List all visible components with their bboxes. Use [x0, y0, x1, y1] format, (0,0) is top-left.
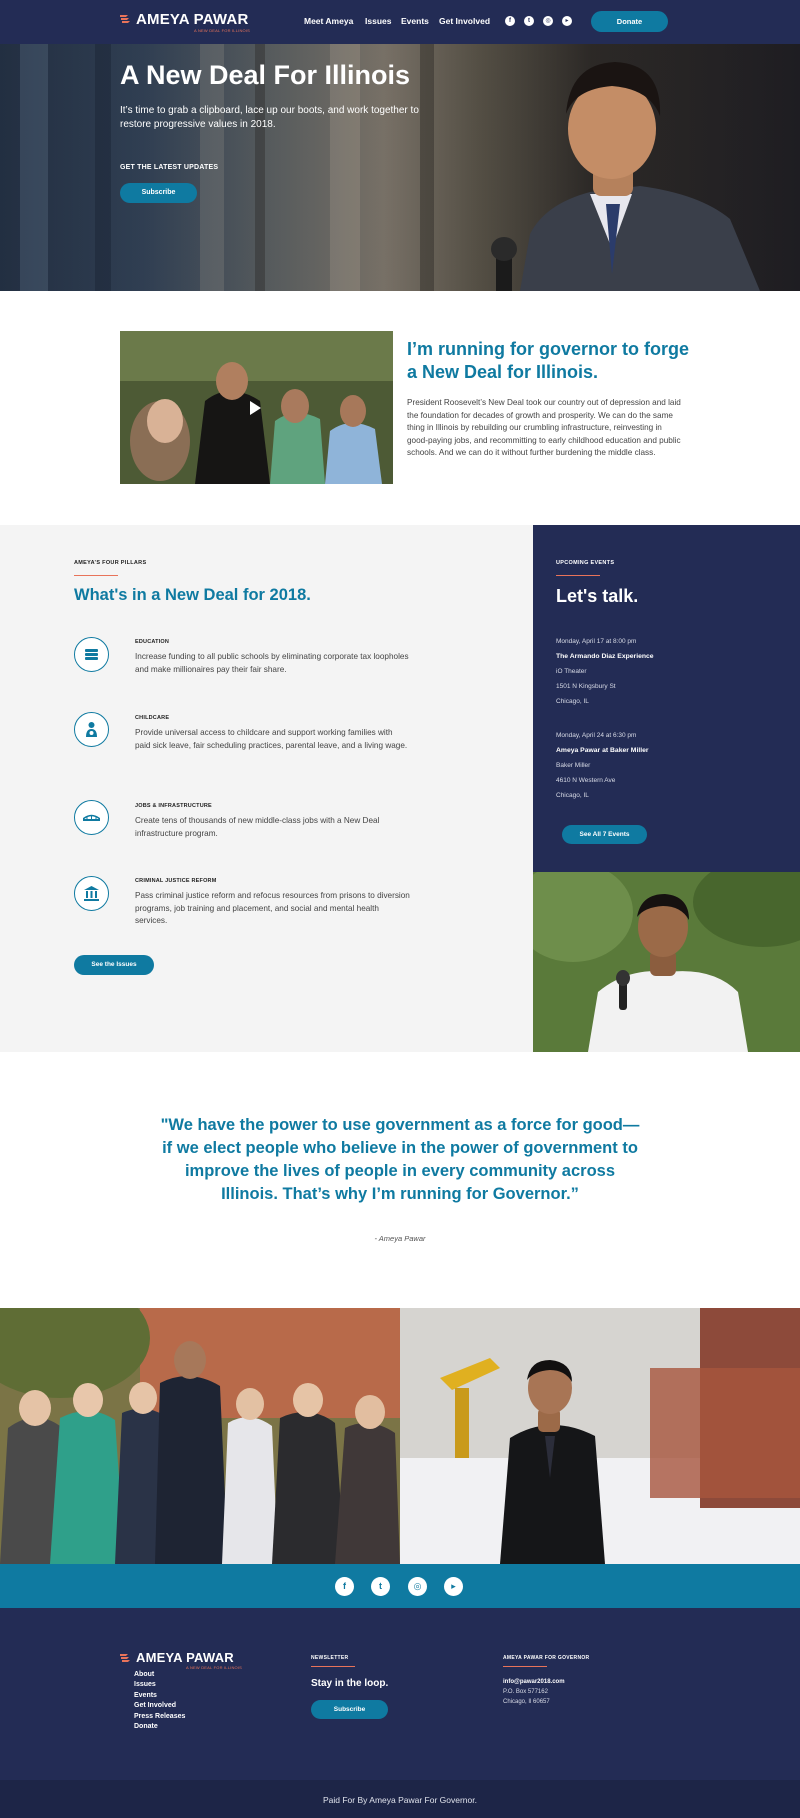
hero-subtitle: It’s time to grab a clipboard, lace up o…: [120, 105, 419, 130]
pillar-text-education: Increase funding to all public schools b…: [135, 652, 409, 674]
contact-email-link[interactable]: info@pawar2018.com: [503, 1679, 565, 1685]
nav-link-events[interactable]: Events: [401, 16, 429, 26]
pillar-text-justice: Pass criminal justice reform and refocus…: [135, 891, 410, 925]
newsletter-eyebrow: NEWSLETTER: [311, 1655, 349, 1661]
footer-link-donate[interactable]: Donate: [134, 1723, 158, 1730]
twitter-icon[interactable]: t: [371, 1577, 390, 1596]
intro-video[interactable]: [120, 331, 393, 484]
intro-heading: I’m running for governor to forge a New …: [407, 339, 689, 382]
quote-attribution: - Ameya Pawar: [374, 1234, 426, 1243]
pillar-text-jobs: Create tens of thousands of new middle-c…: [135, 816, 380, 838]
play-icon[interactable]: [250, 401, 261, 415]
accent-divider: [74, 575, 118, 576]
twitter-icon[interactable]: t: [524, 16, 534, 26]
accent-divider: [311, 1666, 355, 1667]
childcare-icon: [74, 712, 109, 747]
nav-link-issues[interactable]: Issues: [365, 16, 391, 26]
instagram-icon[interactable]: ◎: [408, 1577, 427, 1596]
speaking-photo-art: [533, 872, 800, 1052]
hero-cta-label: GET THE LATEST UPDATES: [120, 164, 219, 171]
newsletter-subscribe-button[interactable]: Subscribe: [311, 1700, 388, 1719]
event-address: 1501 N Kingsbury St: [556, 683, 616, 690]
event-city: Chicago, IL: [556, 698, 589, 705]
students-photo-art: [0, 1308, 400, 1564]
footer-link-issues[interactable]: Issues: [134, 1681, 156, 1688]
logo-tagline: A NEW DEAL FOR ILLINOIS: [194, 28, 251, 33]
instagram-icon[interactable]: ◎: [543, 16, 553, 26]
contact-eyebrow: AMEYA PAWAR FOR GOVERNOR: [503, 1655, 590, 1661]
event-date: Monday, April 17 at 8:00 pm: [556, 638, 637, 645]
logo-star-icon: [120, 15, 130, 23]
event-venue: iO Theater: [556, 668, 587, 675]
event-name-link[interactable]: The Armando Diaz Experience: [556, 653, 654, 660]
event-city: Chicago, IL: [556, 792, 589, 799]
contact-po-box: P.O. Box 577162: [503, 1689, 548, 1695]
newsletter-heading: Stay in the loop.: [311, 1678, 389, 1689]
students-group-photo: [0, 1308, 400, 1564]
pillars-eyebrow: AMEYA’S FOUR PILLARS: [74, 560, 147, 566]
construction-photo-art: [400, 1308, 800, 1564]
see-all-events-button[interactable]: See All 7 Events: [562, 825, 647, 844]
event-venue: Baker Miller: [556, 762, 591, 769]
event-name-link[interactable]: Ameya Pawar at Baker Miller: [556, 747, 649, 754]
intro-body: President Roosevelt’s New Deal took our …: [407, 398, 681, 457]
nav-link-meet-ameya[interactable]: Meet Ameya: [304, 16, 353, 26]
footer-link-events[interactable]: Events: [134, 1692, 157, 1699]
event-address: 4610 N Western Ave: [556, 777, 616, 784]
youtube-icon[interactable]: ▸: [444, 1577, 463, 1596]
footer-link-get-involved[interactable]: Get Involved: [134, 1702, 176, 1709]
facebook-icon[interactable]: f: [335, 1577, 354, 1596]
campaign-quote: "We have the power to use government as …: [160, 1116, 640, 1203]
paid-for-disclaimer: Paid For By Ameya Pawar For Governor.: [322, 1795, 477, 1805]
footer-link-about[interactable]: About: [134, 1671, 154, 1678]
social-bar: [0, 1564, 800, 1608]
education-icon: [74, 637, 109, 672]
logo-name: AMEYA PAWAR: [136, 1650, 234, 1665]
events-heading: Let's talk.: [556, 586, 639, 606]
site-footer: [0, 1608, 800, 1780]
nav-link-get-involved[interactable]: Get Involved: [439, 16, 490, 26]
logo-name: AMEYA PAWAR: [136, 11, 249, 28]
youtube-icon[interactable]: ▸: [562, 16, 572, 26]
footer-link-press-releases[interactable]: Press Releases: [134, 1713, 185, 1720]
accent-divider: [503, 1666, 547, 1667]
see-the-issues-button[interactable]: See the Issues: [74, 955, 154, 975]
pillar-label-education: EDUCATION: [135, 639, 170, 645]
facebook-icon[interactable]: f: [505, 16, 515, 26]
pillar-text-childcare: Provide universal access to childcare an…: [135, 728, 408, 750]
contact-city: Chicago, Il 60657: [503, 1699, 550, 1705]
pillar-label-childcare: CHILDCARE: [135, 715, 170, 721]
events-eyebrow: UPCOMING EVENTS: [556, 560, 615, 566]
pillar-label-justice: CRIMINAL JUSTICE REFORM: [135, 878, 217, 884]
bridge-icon: [74, 800, 109, 835]
pillar-label-jobs: JOBS & INFRASTRUCTURE: [135, 803, 212, 809]
logo-star-icon: [120, 1654, 130, 1662]
event-date: Monday, April 24 at 6:30 pm: [556, 732, 637, 739]
candidate-speaking-photo: [533, 872, 800, 1052]
donate-button[interactable]: Donate: [591, 11, 668, 32]
accent-divider: [556, 575, 600, 576]
hero-title: A New Deal For Illinois: [120, 60, 411, 90]
construction-site-photo: [400, 1308, 800, 1564]
hero-subscribe-button[interactable]: Subscribe: [120, 183, 197, 203]
logo-tagline: A NEW DEAL FOR ILLINOIS: [186, 1665, 243, 1670]
courthouse-icon: [74, 876, 109, 911]
pillars-heading: What's in a New Deal for 2018.: [74, 586, 311, 604]
